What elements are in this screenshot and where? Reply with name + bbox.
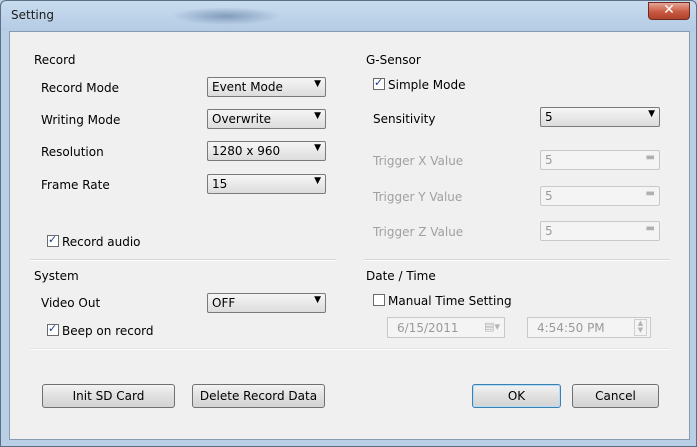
cancel-button[interactable]: Cancel — [572, 384, 659, 408]
ok-button[interactable]: OK — [472, 384, 561, 408]
record-audio-label[interactable]: Record audio — [62, 235, 141, 249]
init-sd-card-button[interactable]: Init SD Card — [42, 384, 175, 408]
sensitivity-value: 5 — [545, 110, 553, 124]
video-out-value: OFF — [212, 296, 236, 310]
calendar-icon: ▤▾ — [484, 320, 500, 333]
trigger-y-select: 5 ▬ — [540, 186, 660, 206]
title-bar[interactable]: Setting ✕ — [1, 1, 696, 31]
chevron-down-icon: ▼ — [314, 111, 321, 121]
video-out-select[interactable]: OFF ▼ — [207, 293, 326, 313]
gsensor-group-label: G-Sensor — [366, 53, 421, 67]
bottom-divider — [30, 348, 670, 350]
writing-mode-value: Overwrite — [212, 112, 272, 126]
title-glow — [171, 7, 281, 25]
chevron-down-icon: ▼ — [314, 143, 321, 153]
writing-mode-label: Writing Mode — [41, 113, 121, 127]
datetime-group-label: Date / Time — [366, 269, 436, 283]
window-title: Setting — [11, 8, 54, 22]
resolution-label: Resolution — [41, 145, 104, 159]
sensitivity-label: Sensitivity — [373, 112, 436, 126]
record-mode-select[interactable]: Event Mode ▼ — [207, 77, 326, 97]
time-picker: 4:54:50 PM ▲ ▼ — [527, 317, 651, 338]
close-icon: ✕ — [663, 2, 675, 18]
frame-rate-label: Frame Rate — [41, 178, 110, 192]
spin-icon: ▲ ▼ — [634, 319, 647, 336]
chevron-down-icon: ▼ — [314, 295, 321, 305]
frame-rate-value: 15 — [212, 177, 228, 191]
simple-mode-label[interactable]: Simple Mode — [388, 78, 465, 92]
record-divider — [30, 259, 336, 261]
chevron-down-icon: ▼ — [314, 176, 321, 186]
trigger-x-value: 5 — [545, 153, 553, 167]
setting-window: Setting ✕ Record Record Mode Event Mode … — [0, 0, 697, 447]
chevron-down-icon: ▬ — [645, 152, 655, 163]
frame-rate-select[interactable]: 15 ▼ — [207, 174, 326, 194]
chevron-down-icon: ▬ — [645, 188, 655, 199]
beep-on-record-checkbox[interactable] — [47, 322, 59, 336]
record-group-label: Record — [34, 53, 76, 67]
video-out-label: Video Out — [41, 296, 101, 310]
delete-record-data-button[interactable]: Delete Record Data — [192, 384, 325, 408]
record-audio-checkbox[interactable] — [47, 233, 59, 247]
trigger-y-value: 5 — [545, 189, 553, 203]
time-value: 4:54:50 PM — [537, 321, 605, 335]
trigger-x-label: Trigger X Value — [373, 154, 464, 168]
chevron-down-icon: ▬ — [645, 223, 655, 234]
beep-on-record-label[interactable]: Beep on record — [62, 324, 154, 338]
dialog-body: Record Record Mode Event Mode ▼ Writing … — [9, 31, 690, 440]
gsensor-divider — [364, 259, 670, 261]
date-picker: 6/15/2011 ▤▾ — [387, 317, 505, 338]
system-group-label: System — [34, 269, 79, 283]
writing-mode-select[interactable]: Overwrite ▼ — [207, 109, 326, 129]
trigger-y-label: Trigger Y Value — [373, 190, 463, 204]
resolution-select[interactable]: 1280 x 960 ▼ — [207, 141, 326, 161]
simple-mode-checkbox[interactable] — [373, 76, 385, 90]
trigger-z-label: Trigger Z Value — [373, 225, 464, 239]
trigger-z-select: 5 ▬ — [540, 221, 660, 241]
trigger-z-value: 5 — [545, 224, 553, 238]
trigger-x-select: 5 ▬ — [540, 150, 660, 170]
close-button[interactable]: ✕ — [648, 2, 690, 20]
chevron-down-icon: ▼ — [314, 79, 321, 89]
chevron-down-icon: ▼ — [648, 109, 655, 119]
sensitivity-select[interactable]: 5 ▼ — [540, 107, 660, 127]
manual-time-checkbox[interactable] — [373, 294, 385, 306]
resolution-value: 1280 x 960 — [212, 144, 281, 158]
date-value: 6/15/2011 — [397, 321, 459, 335]
manual-time-label[interactable]: Manual Time Setting — [388, 294, 512, 308]
record-mode-value: Event Mode — [212, 80, 283, 94]
record-mode-label: Record Mode — [41, 81, 119, 95]
